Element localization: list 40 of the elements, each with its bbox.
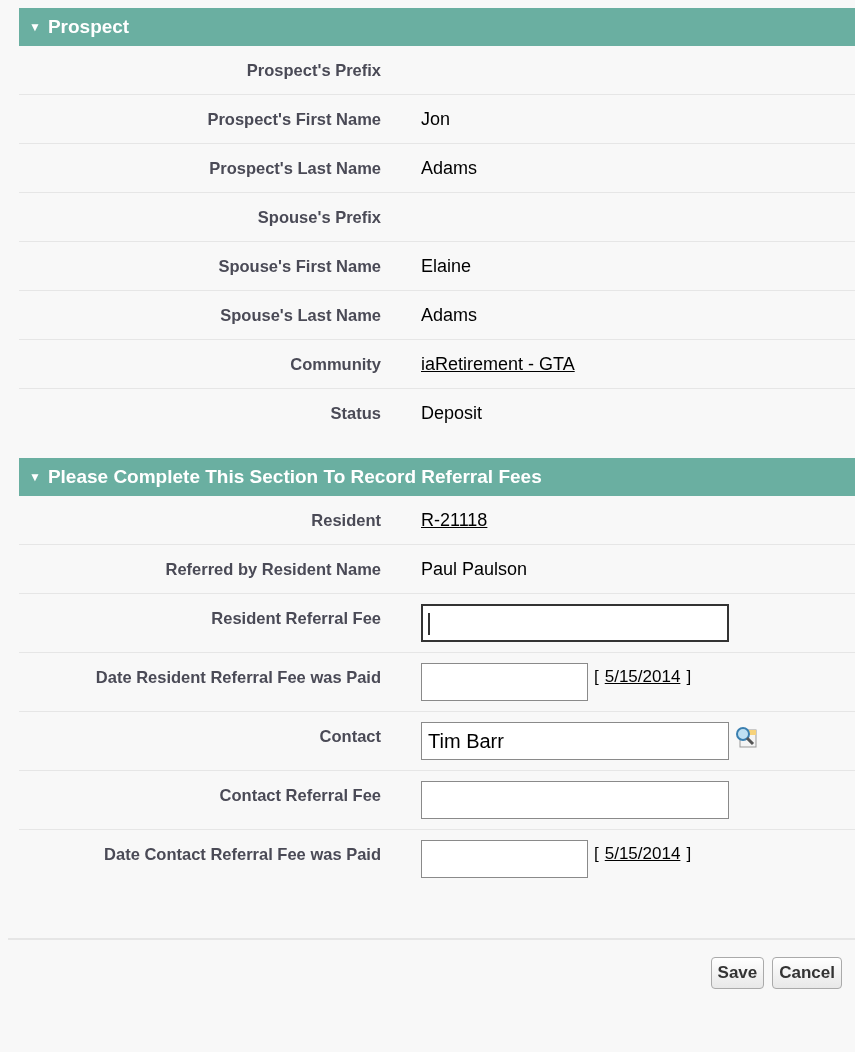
input-field[interactable] (421, 604, 729, 642)
field-label: Prospect's Last Name (208, 158, 381, 179)
input-field[interactable] (421, 781, 729, 819)
record-link[interactable]: R-21118 (421, 508, 488, 532)
field-value: Deposit (421, 402, 483, 425)
field-label: Community (289, 354, 381, 375)
field-label: Spouse's Last Name (219, 305, 381, 326)
field-value: Adams (421, 157, 478, 180)
field-value: Elaine (421, 255, 472, 278)
date-bracket: ] (686, 666, 692, 688)
field-label: Date Resident Referral Fee was Paid (94, 667, 381, 688)
date-link[interactable]: 5/15/2014 (604, 665, 681, 689)
field-value: Adams (421, 304, 478, 327)
date-bracket: [ (594, 666, 599, 688)
date-bracket: ] (686, 843, 692, 865)
field-value: Paul Paulson (421, 558, 528, 581)
field-label: Prospect's First Name (206, 109, 381, 130)
cancel-button[interactable]: Cancel (772, 957, 842, 989)
field-label: Status (329, 403, 381, 424)
field-label: Spouse's Prefix (256, 207, 381, 228)
field-label: Date Contact Referral Fee was Paid (103, 844, 381, 865)
section-title: Prospect (47, 16, 130, 38)
field-label: Contact Referral Fee (218, 785, 381, 806)
text-cursor (428, 613, 430, 635)
field-label: Prospect's Prefix (245, 60, 381, 81)
date-field[interactable] (421, 840, 588, 878)
section-title: Please Complete This Section To Record Referral Fees (47, 466, 542, 488)
save-button[interactable]: Save (710, 957, 765, 989)
field-label: Resident (310, 510, 381, 531)
lookup-field[interactable]: Tim Barr (421, 722, 729, 760)
field-value: Jon (421, 108, 451, 131)
field-label: Spouse's First Name (217, 256, 381, 277)
date-link[interactable]: 5/15/2014 (604, 842, 681, 866)
date-field[interactable] (421, 663, 588, 701)
field-label: Contact (318, 726, 381, 747)
field-label: Resident Referral Fee (210, 608, 381, 629)
record-link[interactable]: iaRetirement - GTA (421, 352, 575, 376)
search-icon[interactable] (735, 726, 757, 748)
date-bracket: [ (594, 843, 599, 865)
field-label: Referred by Resident Name (164, 559, 381, 580)
